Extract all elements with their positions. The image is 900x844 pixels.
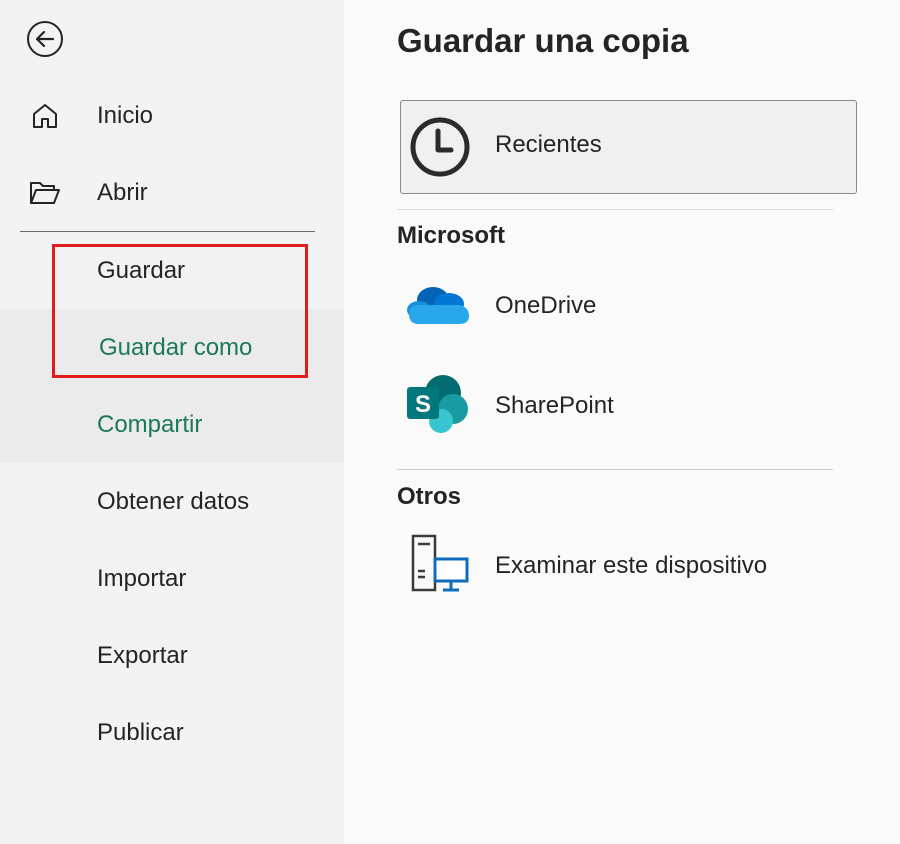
sidebar-item-compartir[interactable]: Compartir — [0, 386, 344, 463]
sidebar-item-label: Obtener datos — [97, 487, 250, 515]
sidebar-item-label: Compartir — [97, 410, 203, 438]
location-label: Examinar este dispositivo — [495, 552, 768, 579]
sidebar-item-abrir[interactable]: Abrir — [0, 154, 344, 231]
location-label: OneDrive — [495, 292, 597, 319]
arrow-left-circle-icon — [27, 21, 63, 57]
recent-label: Recientes — [495, 131, 602, 158]
section-heading-otros: Otros — [397, 483, 462, 510]
sidebar-item-label: Guardar como — [99, 333, 253, 361]
location-sharepoint[interactable]: S SharePoint — [397, 364, 847, 444]
sharepoint-icon: S — [405, 371, 471, 437]
location-onedrive[interactable]: OneDrive — [397, 264, 847, 344]
backstage-sidebar: Inicio Abrir Guardar Guardar como Compar… — [0, 0, 344, 844]
location-browse-device[interactable]: Examinar este dispositivo — [397, 524, 847, 604]
clock-icon — [407, 114, 473, 180]
sidebar-item-label: Publicar — [97, 718, 184, 746]
sidebar-item-inicio[interactable]: Inicio — [0, 77, 344, 154]
sidebar-item-label: Guardar — [97, 256, 186, 284]
sidebar-item-guardar-como[interactable]: Guardar como — [0, 309, 344, 386]
sidebar-item-guardar[interactable]: Guardar — [0, 232, 344, 309]
sidebar-item-obtener-datos[interactable]: Obtener datos — [0, 463, 344, 540]
sidebar-item-publicar[interactable]: Publicar — [0, 694, 344, 771]
section-heading-microsoft: Microsoft — [397, 222, 505, 249]
sidebar-item-label: Abrir — [97, 178, 148, 206]
sidebar-item-importar[interactable]: Importar — [0, 540, 344, 617]
page-title: Guardar una copia — [397, 22, 689, 59]
recent-locations-button[interactable]: Recientes — [400, 100, 857, 194]
section-divider — [397, 209, 833, 210]
home-icon — [28, 99, 62, 133]
sidebar-item-label: Exportar — [97, 641, 188, 669]
sidebar-item-label: Importar — [97, 564, 187, 592]
onedrive-icon — [405, 272, 471, 338]
section-divider — [397, 469, 833, 470]
folder-open-icon — [28, 176, 62, 210]
sidebar-item-exportar[interactable]: Exportar — [0, 617, 344, 694]
sharepoint-letter: S — [415, 391, 431, 418]
computer-icon — [405, 531, 471, 597]
back-button[interactable] — [26, 20, 64, 58]
sidebar-item-label: Inicio — [97, 101, 154, 129]
location-label: SharePoint — [495, 392, 614, 419]
